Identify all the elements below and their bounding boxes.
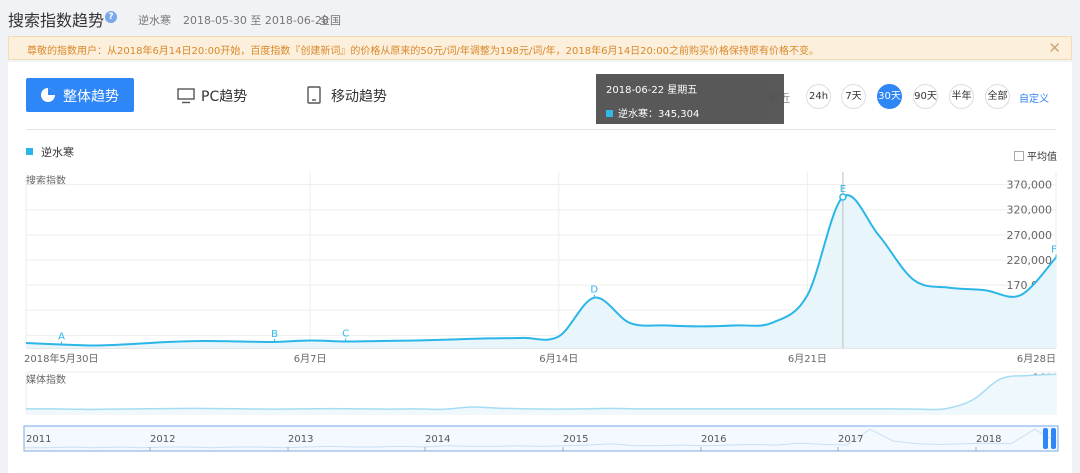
- overview-year-label: 2014: [425, 434, 450, 445]
- overview-year-label: 2018: [976, 434, 1001, 445]
- x-tick-label: 6月28日: [1017, 353, 1056, 365]
- media-y-axis-label: 媒体指数: [26, 373, 66, 386]
- media-chart-frame: [25, 371, 1057, 415]
- x-tick-label: 6月7日: [294, 353, 327, 365]
- tooltip-row: 逆水寒：345,304: [606, 105, 699, 120]
- y-tick-label: 270,000: [1007, 229, 1053, 242]
- x-tick-label: 6月21日: [788, 353, 827, 365]
- annotation-label: E: [840, 184, 846, 195]
- annotation-label: F: [1051, 244, 1057, 255]
- overview-year-label: 2012: [150, 434, 175, 445]
- series-area: [26, 195, 1056, 348]
- y-tick-label: 370,000: [1007, 179, 1053, 192]
- chart-area[interactable]: 搜索指数70,000120,000170,000220,000270,00032…: [0, 0, 1080, 473]
- y-tick-label: 320,000: [1007, 204, 1053, 217]
- annotation-label: A: [58, 331, 65, 342]
- overview-year-label: 2015: [563, 434, 588, 445]
- tooltip-date: 2018-06-22 星期五: [606, 85, 698, 96]
- overview-year-label: 2011: [26, 434, 51, 445]
- annotation-label: C: [342, 328, 349, 339]
- overview-year-label: 2017: [838, 434, 863, 445]
- range-handle: [1051, 428, 1056, 449]
- tooltip-swatch: [606, 110, 613, 117]
- overview-year-label: 2013: [288, 434, 313, 445]
- chart-tooltip: 2018-06-22 星期五 逆水寒：345,304: [596, 74, 784, 124]
- range-handle: [1043, 428, 1048, 449]
- x-tick-label: 6月14日: [539, 353, 578, 365]
- tooltip-value: 345,304: [658, 109, 700, 120]
- annotation-label: B: [271, 329, 278, 340]
- overview-year-label: 2016: [701, 434, 726, 445]
- tooltip-series: 逆水寒: [618, 109, 648, 120]
- y-tick-label: 220,000: [1007, 254, 1053, 267]
- annotation-label: D: [590, 285, 598, 296]
- x-tick-label: 2018年5月30日: [24, 352, 99, 365]
